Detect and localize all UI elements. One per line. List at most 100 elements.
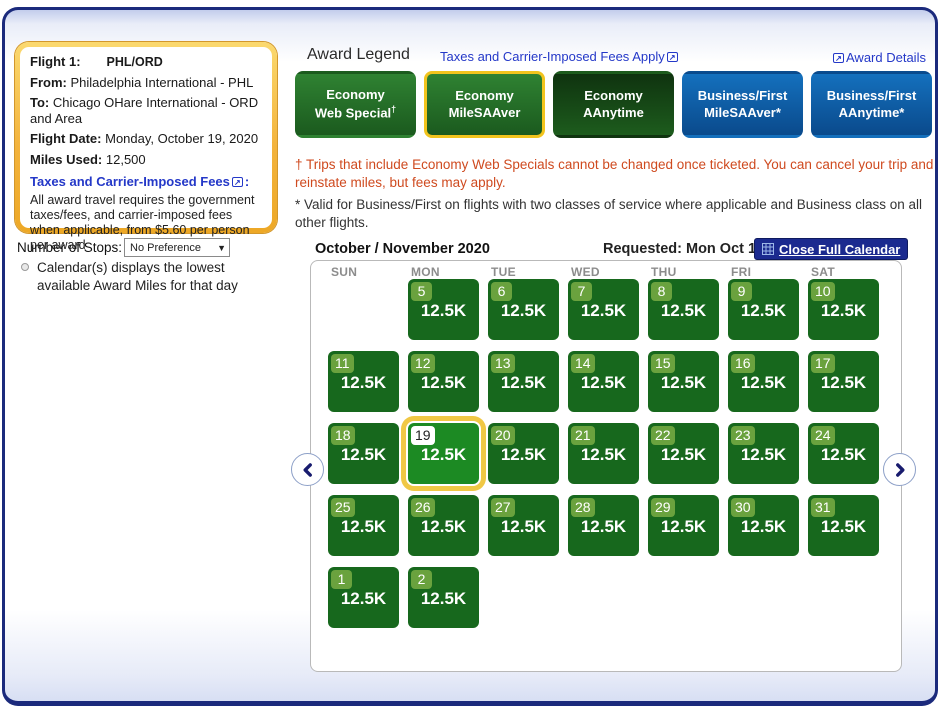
day-number-badge: 24 bbox=[811, 426, 835, 445]
calendar-day-cell[interactable]: 212.5K bbox=[408, 567, 479, 628]
legend-button-label-line1: Business/First bbox=[827, 88, 917, 105]
day-number-badge: 29 bbox=[651, 498, 675, 517]
flight-route-value: PHL/ORD bbox=[107, 55, 163, 69]
day-number-badge: 8 bbox=[651, 282, 672, 301]
calendar-day-cell[interactable]: 612.5K bbox=[488, 279, 559, 340]
calendar-day-cell[interactable]: 512.5K bbox=[408, 279, 479, 340]
day-number-badge: 22 bbox=[651, 426, 675, 445]
day-number-badge: 6 bbox=[491, 282, 512, 301]
day-number-badge: 13 bbox=[491, 354, 515, 373]
calendar-day-cell[interactable]: 112.5K bbox=[328, 567, 399, 628]
award-miles-value: 12.5K bbox=[488, 301, 559, 321]
external-link-icon: ↗ bbox=[833, 53, 844, 63]
award-miles-value: 12.5K bbox=[408, 517, 479, 537]
award-calendar-page: Flight 1: PHL/ORD From: Philadelphia Inte… bbox=[2, 7, 938, 706]
award-miles-value: 12.5K bbox=[808, 517, 879, 537]
day-header-wed: WED bbox=[568, 265, 639, 279]
next-period-button[interactable] bbox=[883, 453, 916, 486]
day-number-badge: 28 bbox=[571, 498, 595, 517]
from-label: From: bbox=[30, 75, 67, 90]
calendar-day-cell[interactable]: 3112.5K bbox=[808, 495, 879, 556]
miles-used-value: 12,500 bbox=[106, 152, 146, 167]
award-miles-value: 12.5K bbox=[648, 517, 719, 537]
award-miles-value: 12.5K bbox=[488, 373, 559, 393]
close-full-calendar-button[interactable]: Close Full Calendar bbox=[754, 238, 908, 260]
calendar-day-cell[interactable]: 2612.5K bbox=[408, 495, 479, 556]
calendar-display-note: Calendar(s) displays the lowest availabl… bbox=[19, 259, 271, 294]
award-miles-value: 12.5K bbox=[808, 373, 879, 393]
calendar-day-cell[interactable]: 2412.5K bbox=[808, 423, 879, 484]
miles-used-row: Miles Used: 12,500 bbox=[30, 152, 264, 168]
calendar-day-cell[interactable]: 1312.5K bbox=[488, 351, 559, 412]
number-of-stops-select[interactable]: No Preference ▼ bbox=[124, 238, 230, 257]
calendar-day-cell-selected[interactable]: 1912.5K bbox=[408, 423, 479, 484]
calendar-day-cell[interactable]: 912.5K bbox=[728, 279, 799, 340]
calendar-day-cell[interactable]: 1412.5K bbox=[568, 351, 639, 412]
legend-button-label-line2: AAnytime bbox=[583, 105, 644, 122]
calendar-day-cell[interactable]: 2312.5K bbox=[728, 423, 799, 484]
legend-button-label-line2: Web Special† bbox=[315, 104, 396, 122]
to-value: Chicago OHare International - ORD and Ar… bbox=[30, 95, 258, 126]
bullet-icon bbox=[21, 263, 29, 271]
calendar-day-cell[interactable]: 2712.5K bbox=[488, 495, 559, 556]
calendar-day-cell[interactable]: 1212.5K bbox=[408, 351, 479, 412]
award-miles-value: 12.5K bbox=[728, 445, 799, 465]
day-header-thu: THU bbox=[648, 265, 719, 279]
external-link-icon: ↗ bbox=[667, 52, 678, 62]
calendar-day-cell[interactable]: 2112.5K bbox=[568, 423, 639, 484]
calendar-day-cell[interactable]: 3012.5K bbox=[728, 495, 799, 556]
from-value: Philadelphia International - PHL bbox=[70, 75, 253, 90]
day-number-badge: 31 bbox=[811, 498, 835, 517]
award-miles-value: 12.5K bbox=[728, 517, 799, 537]
miles-used-label: Miles Used: bbox=[30, 152, 102, 167]
legend-button-label-line2: AAnytime* bbox=[839, 105, 905, 122]
web-special-footnote: † Trips that include Economy Web Special… bbox=[295, 156, 943, 192]
legend-button-label-line1: Business/First bbox=[698, 88, 788, 105]
calendar-day-cell[interactable]: 2212.5K bbox=[648, 423, 719, 484]
flight-date-value: Monday, October 19, 2020 bbox=[105, 131, 258, 146]
calendar-day-cell[interactable]: 2912.5K bbox=[648, 495, 719, 556]
calendar-day-cell[interactable]: 1612.5K bbox=[728, 351, 799, 412]
calendar-day-cell[interactable]: 2512.5K bbox=[328, 495, 399, 556]
calendar-day-cell[interactable]: 1712.5K bbox=[808, 351, 879, 412]
award-legend-title: Award Legend bbox=[307, 46, 410, 64]
flight-label: Flight 1: bbox=[30, 54, 81, 69]
award-miles-value: 12.5K bbox=[568, 301, 639, 321]
day-number-badge: 30 bbox=[731, 498, 755, 517]
award-miles-value: 12.5K bbox=[808, 445, 879, 465]
calendar-day-cell[interactable]: 1012.5K bbox=[808, 279, 879, 340]
calendar-day-cell[interactable]: 1112.5K bbox=[328, 351, 399, 412]
award-details-link[interactable]: ↗Award Details bbox=[831, 50, 926, 65]
calendar-day-cell[interactable]: 2012.5K bbox=[488, 423, 559, 484]
legend-button-economy-web-special[interactable]: EconomyWeb Special† bbox=[295, 71, 416, 138]
day-header-sat: SAT bbox=[808, 265, 879, 279]
close-full-calendar-label: Close Full Calendar bbox=[779, 242, 900, 257]
previous-period-button[interactable] bbox=[291, 453, 324, 486]
award-miles-value: 12.5K bbox=[328, 445, 399, 465]
calendar-day-cell[interactable]: 1812.5K bbox=[328, 423, 399, 484]
calendar-day-cell[interactable]: 1512.5K bbox=[648, 351, 719, 412]
taxes-fees-apply-label: Taxes and Carrier-Imposed Fees Apply bbox=[440, 49, 665, 64]
calendar-display-note-text: Calendar(s) displays the lowest availabl… bbox=[37, 259, 271, 294]
calendar-day-cell[interactable]: 712.5K bbox=[568, 279, 639, 340]
day-number-badge: 15 bbox=[651, 354, 675, 373]
day-number-badge: 17 bbox=[811, 354, 835, 373]
calendar-day-cell[interactable]: 812.5K bbox=[648, 279, 719, 340]
day-number-badge: 12 bbox=[411, 354, 435, 373]
award-miles-value: 12.5K bbox=[568, 517, 639, 537]
day-header-tue: TUE bbox=[488, 265, 559, 279]
award-miles-value: 12.5K bbox=[408, 301, 479, 321]
legend-button-economy-milesaaver[interactable]: EconomyMileSAAver bbox=[424, 71, 545, 138]
taxes-fees-apply-link[interactable]: Taxes and Carrier-Imposed Fees Apply↗ bbox=[440, 49, 680, 64]
dropdown-arrow-icon: ▼ bbox=[217, 243, 226, 253]
award-miles-value: 12.5K bbox=[568, 445, 639, 465]
chevron-right-icon bbox=[891, 461, 909, 479]
legend-button-label-line1: Economy bbox=[455, 88, 514, 105]
taxes-fees-link[interactable]: Taxes and Carrier-Imposed Fees↗: bbox=[30, 174, 264, 190]
award-miles-value: 12.5K bbox=[488, 517, 559, 537]
legend-button-business-first-aanytime[interactable]: Business/FirstAAnytime* bbox=[811, 71, 932, 138]
legend-button-business-first-milesaaver[interactable]: Business/FirstMileSAAver* bbox=[682, 71, 803, 138]
day-number-badge: 18 bbox=[331, 426, 355, 445]
calendar-day-cell[interactable]: 2812.5K bbox=[568, 495, 639, 556]
legend-button-economy-aanytime[interactable]: EconomyAAnytime bbox=[553, 71, 674, 138]
